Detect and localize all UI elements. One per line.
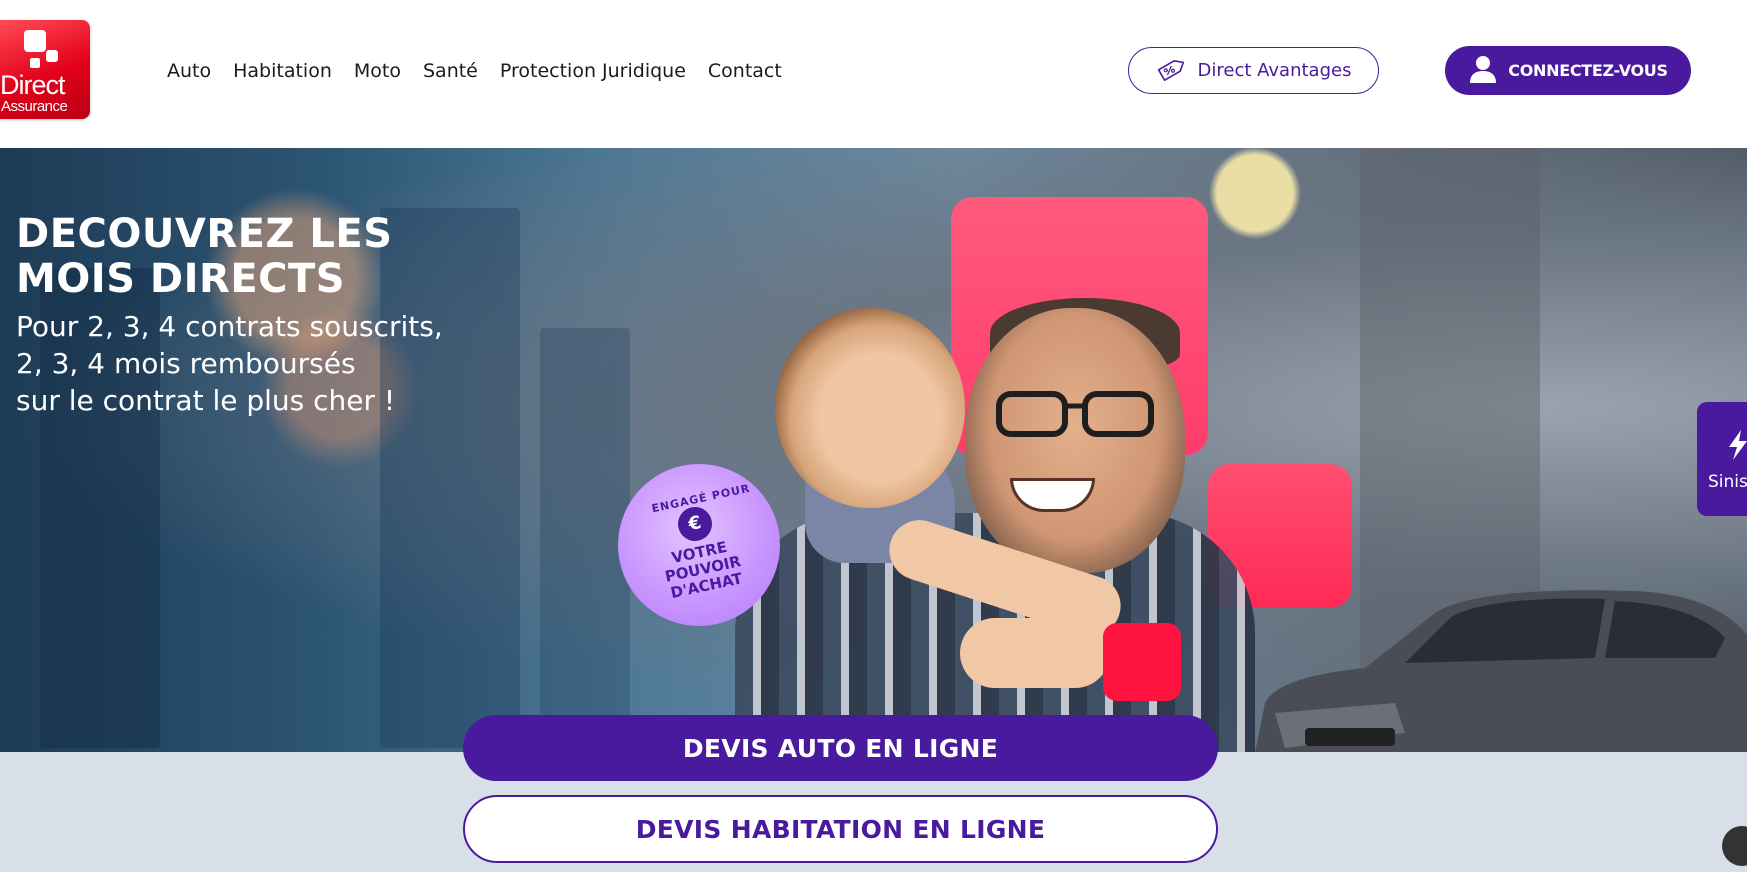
- direct-avantages-button[interactable]: Direct Avantages: [1128, 47, 1379, 94]
- hero-banner[interactable]: ENGAGÉ POUR € VOTRE POUVOIR D'ACHAT DECO…: [0, 148, 1747, 752]
- child-head: [775, 308, 965, 508]
- tag-percent-icon: [1156, 56, 1188, 86]
- logo-square: [30, 58, 40, 68]
- hero-subtitle: Pour 2, 3, 4 contrats souscrits, 2, 3, 4…: [16, 310, 443, 417]
- main-nav: Auto Habitation Moto Santé Protection Ju…: [167, 58, 804, 84]
- direct-assurance-logo[interactable]: Direct Assurance: [0, 20, 90, 119]
- pouvoir-achat-badge: ENGAGÉ POUR € VOTRE POUVOIR D'ACHAT: [618, 464, 780, 626]
- father-face: [965, 308, 1185, 573]
- background-building: [380, 208, 520, 748]
- nav-item-auto[interactable]: Auto: [167, 58, 211, 84]
- nav-item-moto[interactable]: Moto: [354, 58, 401, 84]
- logo-square: [46, 50, 58, 62]
- lightning-icon: [1727, 430, 1747, 465]
- background-building: [540, 328, 630, 748]
- connect-button[interactable]: CONNECTEZ-VOUS: [1445, 46, 1691, 95]
- decorative-pink-square: [1103, 623, 1181, 701]
- nav-item-protection-juridique[interactable]: Protection Juridique: [500, 58, 686, 84]
- connect-label: CONNECTEZ-VOUS: [1508, 61, 1668, 80]
- direct-avantages-label: Direct Avantages: [1197, 60, 1352, 81]
- site-header: Direct Assurance Auto Habitation Moto Sa…: [0, 0, 1747, 148]
- hero-title: DECOUVREZ LES MOIS DIRECTS: [16, 211, 393, 302]
- sinistre-tab-label: Sinis: [1708, 472, 1747, 492]
- car-graphic: [1255, 590, 1747, 752]
- logo-text-direct: Direct: [0, 70, 66, 100]
- hands: [960, 618, 1110, 688]
- logo-square: [24, 30, 46, 52]
- user-icon: [1468, 54, 1498, 88]
- nav-item-habitation[interactable]: Habitation: [233, 58, 332, 84]
- euro-icon: €: [674, 503, 716, 545]
- logo-text-assurance: Assurance: [1, 98, 68, 115]
- nav-item-contact[interactable]: Contact: [708, 58, 782, 84]
- nav-item-sante[interactable]: Santé: [423, 58, 478, 84]
- devis-auto-button[interactable]: DEVIS AUTO EN LIGNE: [463, 715, 1218, 781]
- badge-main-text: VOTRE POUVOIR D'ACHAT: [663, 537, 744, 603]
- glasses-graphic: [996, 391, 1154, 437]
- devis-habitation-button[interactable]: DEVIS HABITATION EN LIGNE: [463, 795, 1218, 863]
- sinistre-side-tab[interactable]: Sinis: [1697, 402, 1747, 516]
